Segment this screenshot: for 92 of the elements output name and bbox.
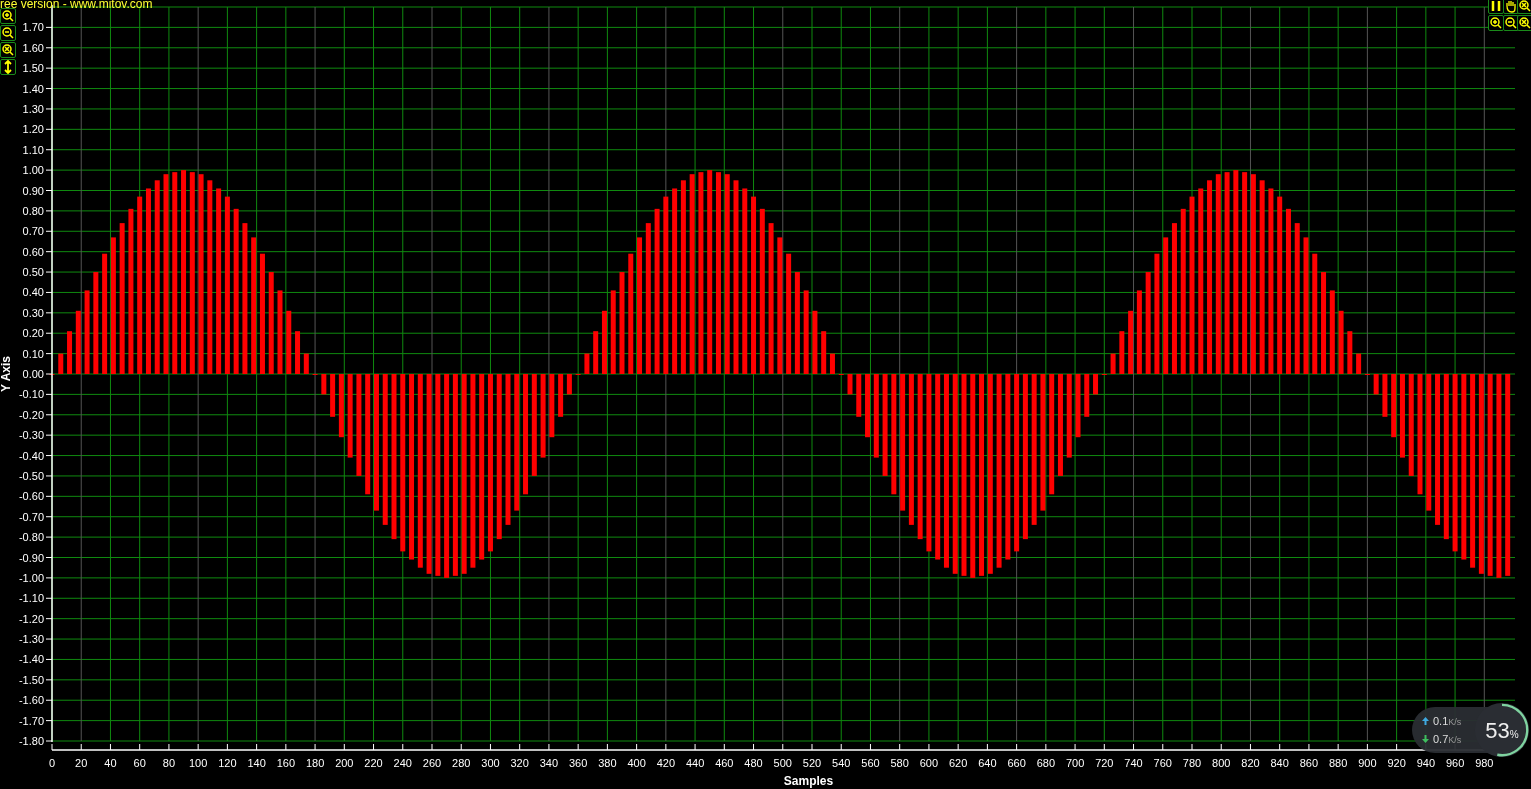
tick-label: 560 xyxy=(861,757,880,769)
tick-label: 680 xyxy=(1036,757,1056,769)
tick-label: 140 xyxy=(247,757,266,769)
tick-label: 100 xyxy=(188,757,208,769)
tick-label: 940 xyxy=(1416,757,1436,769)
tick-label: 620 xyxy=(948,757,968,769)
tick-label: 1.10 xyxy=(22,143,44,156)
tick-label: 820 xyxy=(1241,757,1260,769)
tick-label: 60 xyxy=(133,757,146,769)
tick-label: 1.70 xyxy=(22,21,44,34)
tick-label: 380 xyxy=(598,757,617,769)
tick-label: -0.80 xyxy=(18,531,44,544)
tick-label: 0.60 xyxy=(22,245,44,258)
tick-label: 860 xyxy=(1299,757,1319,769)
tick-label: 720 xyxy=(1095,757,1114,769)
tick-label: 340 xyxy=(539,757,559,769)
tick-label: 160 xyxy=(276,757,296,769)
tick-label: 360 xyxy=(568,757,588,769)
tick-label: 420 xyxy=(656,757,676,769)
tick-label: 1.00 xyxy=(22,164,44,177)
tick-label: 40 xyxy=(104,757,117,769)
tick-label: 120 xyxy=(218,757,237,769)
tick-label: 180 xyxy=(305,757,325,769)
download-speed: 0.7K/s xyxy=(1433,732,1462,747)
tick-label: 0.20 xyxy=(22,327,44,340)
tick-label: -1.00 xyxy=(18,571,44,584)
tick-label: 900 xyxy=(1358,757,1377,769)
tick-label: 1.20 xyxy=(22,123,44,136)
tick-label: 440 xyxy=(685,757,705,769)
tick-label: 480 xyxy=(744,757,763,769)
tick-label: 260 xyxy=(422,757,442,769)
tick-label: 80 xyxy=(162,757,176,769)
tick-label: 840 xyxy=(1270,757,1289,769)
tick-label: 460 xyxy=(715,757,734,769)
tick-label: -1.80 xyxy=(18,735,44,747)
tick-label: 240 xyxy=(393,757,412,769)
tick-label: 1.50 xyxy=(22,62,44,75)
tick-label: 0 xyxy=(48,757,56,769)
tick-label: 280 xyxy=(452,757,471,769)
tick-label: -0.60 xyxy=(18,490,44,503)
tick-label: -1.70 xyxy=(18,714,44,727)
tick-label: -0.70 xyxy=(18,510,44,523)
tick-label: -0.90 xyxy=(18,551,44,564)
tick-label: 1.30 xyxy=(22,102,44,115)
tick-label: -0.50 xyxy=(18,469,44,482)
tick-label: 0.50 xyxy=(22,266,44,279)
tick-label: 700 xyxy=(1065,757,1085,769)
tick-label: 0.70 xyxy=(22,225,44,238)
tick-label: 0.90 xyxy=(22,184,44,197)
tick-label: 500 xyxy=(773,757,792,769)
tick-label: -1.20 xyxy=(18,612,44,625)
tick-label: -1.10 xyxy=(18,592,44,605)
tick-label: -0.20 xyxy=(18,408,44,421)
tick-label: -0.10 xyxy=(18,388,44,401)
tick-label: -1.40 xyxy=(18,653,44,666)
tick-label: 600 xyxy=(919,757,939,769)
tick-label: 780 xyxy=(1182,757,1202,769)
tick-label: 660 xyxy=(1007,757,1026,769)
tick-label: 800 xyxy=(1212,757,1231,769)
tick-label: 0.10 xyxy=(22,347,44,360)
tick-label: 540 xyxy=(832,757,851,769)
tick-label: -0.40 xyxy=(18,449,44,462)
watermark-text: ree version - www.mitov.com xyxy=(0,0,153,12)
tick-label: -1.50 xyxy=(18,673,44,686)
tick-label: 520 xyxy=(802,757,822,769)
tick-label: 880 xyxy=(1328,757,1348,769)
tick-label: 200 xyxy=(335,757,354,769)
tick-label: -0.30 xyxy=(18,429,44,442)
tick-label: 1.40 xyxy=(22,82,44,95)
tick-label: 0.80 xyxy=(22,204,44,217)
tick-label: -1.60 xyxy=(18,694,44,707)
tick-label: 300 xyxy=(481,757,500,769)
axis-title: Samples xyxy=(783,774,834,788)
tick-label: 760 xyxy=(1153,757,1172,769)
tick-label: 980 xyxy=(1475,757,1494,769)
tick-label: 0.40 xyxy=(22,286,44,299)
tick-label: 220 xyxy=(364,757,383,769)
tick-label: 1.60 xyxy=(22,41,44,54)
tick-label: 400 xyxy=(627,757,646,769)
axis-title: Y Axis xyxy=(0,356,13,392)
tick-label: -1.30 xyxy=(18,633,44,646)
usage-percent: 53% xyxy=(1485,716,1519,745)
tick-label: 740 xyxy=(1124,757,1143,769)
upload-speed: 0.1K/s xyxy=(1433,713,1462,729)
tick-label: 0.00 xyxy=(22,368,44,380)
tick-label: 580 xyxy=(890,757,909,769)
tick-label: 960 xyxy=(1445,757,1465,769)
tick-label: 320 xyxy=(510,757,529,769)
tick-label: 0.30 xyxy=(22,306,44,319)
tick-label: 20 xyxy=(75,757,88,769)
tick-label: 920 xyxy=(1387,757,1406,769)
tick-label: 640 xyxy=(978,757,997,769)
